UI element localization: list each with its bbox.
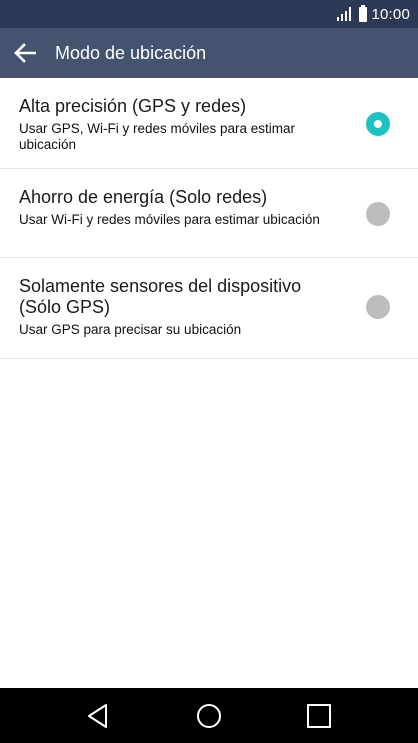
radio-unselected-icon[interactable] bbox=[366, 295, 390, 319]
option-subtitle: Usar GPS para precisar su ubicación bbox=[19, 322, 242, 337]
app-bar: Modo de ubicación bbox=[0, 28, 418, 78]
arrow-back-icon bbox=[14, 43, 36, 63]
nav-back-button[interactable] bbox=[68, 688, 128, 743]
nav-home-button[interactable] bbox=[179, 688, 239, 743]
radio-selected-icon[interactable] bbox=[366, 112, 390, 136]
battery-icon bbox=[359, 4, 368, 22]
option-title: Ahorro de energía (Solo redes) bbox=[19, 187, 268, 207]
option-high-accuracy[interactable]: Alta precisión (GPS y redes) Usar GPS, W… bbox=[0, 78, 418, 169]
page-title: Modo de ubicación bbox=[55, 42, 207, 63]
option-device-only[interactable]: Solamente sensores del dispositivo (Sólo… bbox=[0, 258, 418, 359]
back-triangle-icon bbox=[88, 703, 107, 728]
option-subtitle: Usar GPS, Wi-Fi y redes móviles para est… bbox=[19, 121, 296, 152]
option-battery-saving[interactable]: Ahorro de energía (Solo redes) Usar Wi-F… bbox=[0, 169, 418, 258]
location-mode-list: Alta precisión (GPS y redes) Usar GPS, W… bbox=[0, 78, 418, 359]
option-subtitle: Usar Wi-Fi y redes móviles para estimar … bbox=[19, 212, 320, 227]
radio-unselected-icon[interactable] bbox=[366, 202, 390, 226]
option-title: Solamente sensores del dispositivo (Sólo… bbox=[19, 276, 302, 317]
home-circle-icon bbox=[197, 703, 221, 728]
status-bar: 10:00 bbox=[0, 0, 418, 28]
option-title: Alta precisión (GPS y redes) bbox=[19, 96, 247, 116]
signal-icon bbox=[337, 7, 352, 21]
back-button[interactable] bbox=[0, 28, 50, 78]
navigation-bar bbox=[0, 688, 418, 743]
nav-recents-button[interactable] bbox=[289, 688, 349, 743]
status-time: 10:00 bbox=[371, 5, 410, 23]
recents-square-icon bbox=[307, 703, 331, 728]
status-icons: 10:00 bbox=[337, 0, 410, 28]
